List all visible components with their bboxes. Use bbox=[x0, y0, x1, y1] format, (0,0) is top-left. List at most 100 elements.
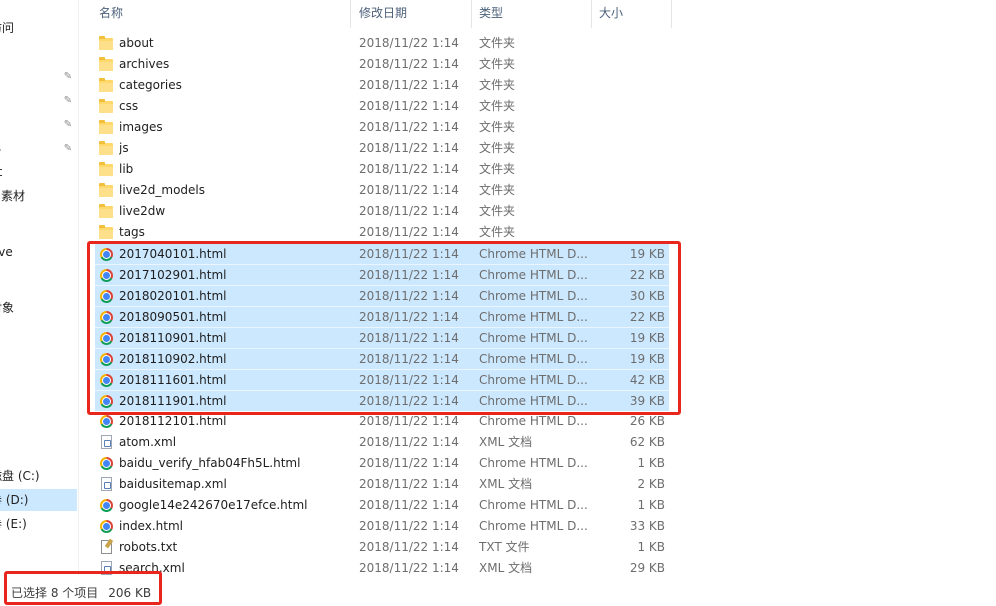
file-row[interactable]: js 2018/11/22 1:14 文件夹 bbox=[95, 138, 669, 159]
nav-item[interactable]: 卷 (D:) bbox=[0, 489, 77, 511]
file-size: 30 KB bbox=[629, 289, 665, 303]
file-row[interactable]: baidu_verify_hfab04Fh5L.html 2018/11/22 1… bbox=[95, 453, 669, 474]
file-date: 2018/11/22 1:14 bbox=[359, 162, 459, 176]
file-row[interactable]: live2dw 2018/11/22 1:14 文件夹 bbox=[95, 201, 669, 222]
column-header-name[interactable]: 名称 bbox=[91, 0, 359, 26]
folder-icon bbox=[99, 183, 113, 197]
chrome-icon bbox=[100, 374, 113, 387]
nav-item[interactable]: ts bbox=[0, 137, 1, 159]
chrome-icon bbox=[100, 353, 113, 366]
nav-item[interactable]: ut bbox=[0, 161, 2, 183]
pin-icon[interactable]: ✎ bbox=[62, 143, 74, 155]
file-type: Chrome HTML D... bbox=[479, 519, 588, 533]
file-date: 2018/11/22 1:14 bbox=[359, 99, 459, 113]
file-date: 2018/11/22 1:14 bbox=[359, 414, 459, 428]
file-row[interactable]: categories 2018/11/22 1:14 文件夹 bbox=[95, 75, 669, 96]
file-name: images bbox=[119, 120, 163, 134]
chrome-icon bbox=[100, 395, 113, 408]
nav-item[interactable]: 访问 bbox=[0, 17, 14, 39]
file-type: Chrome HTML D... bbox=[479, 247, 588, 261]
status-bar: 已选择 8 个项目 206 KB bbox=[11, 583, 151, 603]
file-row[interactable]: 2018111901.html 2018/11/22 1:14 Chrome HTM… bbox=[95, 390, 669, 411]
file-name: live2d_models bbox=[119, 183, 206, 197]
file-row[interactable]: about 2018/11/22 1:14 文件夹 bbox=[95, 33, 669, 54]
file-row[interactable]: 2018110901.html 2018/11/22 1:14 Chrome HTM… bbox=[95, 327, 669, 348]
folder-icon bbox=[99, 204, 113, 218]
file-row[interactable]: lib 2018/11/22 1:14 文件夹 bbox=[95, 159, 669, 180]
file-row[interactable]: google14e242670e17efce.html 2018/11/22 1:… bbox=[95, 495, 669, 516]
nav-item[interactable]: 磁盘 (C:) bbox=[0, 465, 40, 487]
file-name: categories bbox=[119, 78, 182, 92]
chrome-icon bbox=[100, 248, 113, 261]
file-type: 文件夹 bbox=[479, 36, 516, 50]
file-type: TXT 文件 bbox=[479, 540, 530, 554]
file-date: 2018/11/22 1:14 bbox=[359, 435, 459, 449]
nav-item-label: 对象 bbox=[0, 301, 15, 315]
file-date: 2018/11/22 1:14 bbox=[359, 310, 459, 324]
column-divider[interactable] bbox=[671, 0, 672, 28]
file-date: 2018/11/22 1:14 bbox=[359, 540, 459, 554]
file-row[interactable]: 2018110902.html 2018/11/22 1:14 Chrome HTM… bbox=[95, 348, 669, 369]
file-name: search.xml bbox=[119, 561, 185, 575]
file-row[interactable]: 2018020101.html 2018/11/22 1:14 Chrome HTM… bbox=[95, 285, 669, 306]
file-name: archives bbox=[119, 57, 170, 71]
file-name: tags bbox=[119, 225, 145, 239]
folder-icon bbox=[99, 99, 113, 113]
file-row[interactable]: 2018111601.html 2018/11/22 1:14 Chrome HTM… bbox=[95, 369, 669, 390]
file-row[interactable]: 2018112101.html 2018/11/22 1:14 Chrome HTM… bbox=[95, 411, 669, 432]
file-size: 42 KB bbox=[629, 373, 665, 387]
navigation-pane[interactable]: 访问✎✎✎✎tsutpi素材rivei对象磁盘 (C:)卷 (D:)卷 (E:) bbox=[0, 0, 79, 575]
file-row[interactable]: index.html 2018/11/22 1:14 Chrome HTML D..… bbox=[95, 516, 669, 537]
file-row[interactable]: 2018090501.html 2018/11/22 1:14 Chrome HTM… bbox=[95, 306, 669, 327]
file-type: Chrome HTML D... bbox=[479, 268, 588, 282]
file-row[interactable]: robots.txt 2018/11/22 1:14 TXT 文件 1 KB bbox=[95, 537, 669, 558]
file-row[interactable]: css 2018/11/22 1:14 文件夹 bbox=[95, 96, 669, 117]
file-row[interactable]: tags 2018/11/22 1:14 文件夹 bbox=[95, 222, 669, 243]
file-row[interactable]: atom.xml 2018/11/22 1:14 XML 文档 62 KB bbox=[95, 432, 669, 453]
pin-icon[interactable]: ✎ bbox=[62, 95, 74, 107]
file-row[interactable]: live2d_models 2018/11/22 1:14 文件夹 bbox=[95, 180, 669, 201]
file-row[interactable]: 2017040101.html 2018/11/22 1:14 Chrome HTM… bbox=[95, 243, 669, 264]
file-date: 2018/11/22 1:14 bbox=[359, 352, 459, 366]
column-header-date[interactable]: 修改日期 bbox=[351, 0, 471, 26]
nav-item[interactable]: 卷 (E:) bbox=[0, 513, 27, 535]
file-row[interactable]: baidusitemap.xml 2018/11/22 1:14 XML 文档 2 K… bbox=[95, 474, 669, 495]
folder-icon bbox=[99, 162, 113, 176]
file-type: XML 文档 bbox=[479, 435, 533, 449]
file-row[interactable]: search.xml 2018/11/22 1:14 XML 文档 29 KB bbox=[95, 558, 669, 579]
file-type: 文件夹 bbox=[479, 120, 516, 134]
nav-item[interactable]: rive bbox=[0, 241, 13, 263]
file-date: 2018/11/22 1:14 bbox=[359, 498, 459, 512]
file-size: 19 KB bbox=[629, 352, 665, 366]
file-row[interactable]: images 2018/11/22 1:14 文件夹 bbox=[95, 117, 669, 138]
file-name: 2018112101.html bbox=[119, 414, 227, 428]
file-type: 文件夹 bbox=[479, 162, 516, 176]
chrome-icon bbox=[100, 457, 113, 470]
file-date: 2018/11/22 1:14 bbox=[359, 247, 459, 261]
pin-icon[interactable]: ✎ bbox=[62, 71, 74, 83]
file-date: 2018/11/22 1:14 bbox=[359, 141, 459, 155]
file-type: Chrome HTML D... bbox=[479, 331, 588, 345]
nav-item-label: rive bbox=[0, 245, 13, 259]
chrome-icon bbox=[100, 290, 113, 303]
file-date: 2018/11/22 1:14 bbox=[359, 561, 459, 575]
pin-icon[interactable]: ✎ bbox=[62, 119, 74, 131]
file-date: 2018/11/22 1:14 bbox=[359, 331, 459, 345]
file-type: 文件夹 bbox=[479, 225, 516, 239]
file-date: 2018/11/22 1:14 bbox=[359, 183, 459, 197]
column-header-type[interactable]: 类型 bbox=[471, 0, 591, 26]
column-header-size[interactable]: 大小 bbox=[591, 0, 671, 26]
file-type: Chrome HTML D... bbox=[479, 310, 588, 324]
file-row[interactable]: archives 2018/11/22 1:14 文件夹 bbox=[95, 54, 669, 75]
chrome-icon bbox=[100, 520, 113, 533]
file-name: about bbox=[119, 36, 154, 50]
nav-item-label: 访问 bbox=[0, 21, 15, 35]
file-row[interactable]: 2017102901.html 2018/11/22 1:14 Chrome HTM… bbox=[95, 264, 669, 285]
nav-item[interactable]: 对象 bbox=[0, 297, 14, 319]
file-size: 39 KB bbox=[629, 394, 665, 408]
file-name: 2018110902.html bbox=[119, 352, 227, 366]
xml-file-icon bbox=[101, 561, 112, 575]
file-type: 文件夹 bbox=[479, 141, 516, 155]
nav-item[interactable]: pi素材 bbox=[0, 185, 25, 207]
file-date: 2018/11/22 1:14 bbox=[359, 78, 459, 92]
